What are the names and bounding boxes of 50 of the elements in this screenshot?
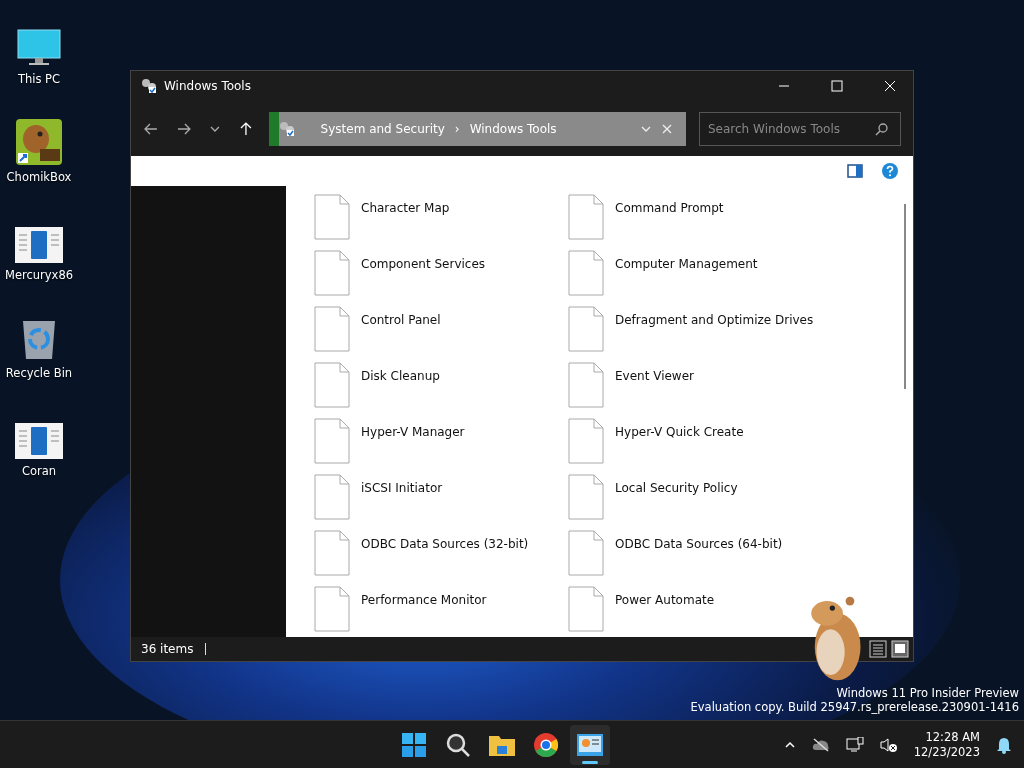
bell-icon[interactable] bbox=[996, 735, 1012, 754]
document-icon[interactable] bbox=[15, 423, 63, 459]
file-name[interactable]: Defragment and Optimize Drives bbox=[615, 313, 814, 327]
search-icon[interactable] bbox=[445, 732, 470, 757]
clear-icon[interactable] bbox=[662, 123, 672, 134]
cloud-off-icon[interactable] bbox=[811, 737, 830, 752]
file-name[interactable]: Disk Cleanup bbox=[361, 369, 440, 383]
file-name[interactable]: Control Panel bbox=[361, 313, 441, 327]
file-name[interactable]: ODBC Data Sources (32-bit) bbox=[361, 537, 529, 551]
file-name[interactable]: Hyper-V Quick Create bbox=[615, 425, 744, 439]
desktop-icon-label[interactable]: This PC bbox=[17, 72, 61, 86]
file-name[interactable]: iSCSI Initiator bbox=[361, 481, 443, 495]
browser-icon[interactable] bbox=[533, 732, 558, 757]
speaker-muted-icon[interactable] bbox=[879, 736, 898, 753]
search-icon[interactable] bbox=[875, 121, 889, 136]
preview-pane-icon[interactable] bbox=[847, 164, 863, 178]
file-name[interactable]: Command Prompt bbox=[615, 201, 724, 215]
desktop-icon-label[interactable]: Recycle Bin bbox=[5, 366, 73, 380]
evaluation-notice: Windows 11 Pro Insider Preview bbox=[836, 686, 1019, 700]
desktop-icon-label[interactable]: Coran bbox=[21, 464, 57, 478]
details-view-icon[interactable] bbox=[869, 640, 887, 658]
file-name[interactable]: Power Automate bbox=[615, 593, 715, 607]
folder-icon[interactable] bbox=[488, 733, 515, 756]
file-name[interactable]: Component Services bbox=[361, 257, 486, 271]
clock-date[interactable]: 12/23/2023 bbox=[913, 744, 980, 760]
hamster-app-icon[interactable] bbox=[16, 119, 62, 165]
desktop-icon-label[interactable]: ChomikBox bbox=[6, 170, 72, 184]
desktop-icon-label[interactable]: Mercuryx86 bbox=[4, 268, 74, 282]
file-name[interactable]: Hyper-V Manager bbox=[361, 425, 465, 439]
large-icons-view-icon[interactable] bbox=[891, 640, 909, 658]
help-icon[interactable] bbox=[881, 162, 899, 180]
search-field[interactable]: Search Windows Tools bbox=[699, 111, 901, 146]
item-count: 36 items bbox=[141, 642, 194, 656]
document-icon[interactable] bbox=[15, 227, 63, 263]
clock-time[interactable]: 12:28 AM bbox=[925, 729, 980, 745]
taskbar-button[interactable] bbox=[569, 724, 610, 765]
breadcrumb-separator: › bbox=[454, 121, 460, 136]
file-name[interactable]: Local Security Policy bbox=[615, 481, 738, 495]
network-icon[interactable] bbox=[845, 736, 864, 753]
control-panel-icon[interactable] bbox=[576, 733, 603, 756]
file-name[interactable]: Computer Management bbox=[615, 257, 758, 271]
file-name[interactable]: Event Viewer bbox=[615, 369, 694, 383]
windows-logo-icon[interactable] bbox=[401, 732, 426, 757]
file-name[interactable]: Performance Monitor bbox=[361, 593, 487, 607]
file-name[interactable]: ODBC Data Sources (64-bit) bbox=[615, 537, 783, 551]
evaluation-notice: Evaluation copy. Build 25947.rs_prerelease.230901-1416 bbox=[690, 700, 1019, 714]
recycle-bin-icon[interactable] bbox=[21, 319, 57, 361]
file-name[interactable]: Character Map bbox=[361, 201, 450, 215]
window-title: Windows Tools bbox=[164, 79, 251, 93]
monitor-icon[interactable] bbox=[17, 29, 61, 67]
